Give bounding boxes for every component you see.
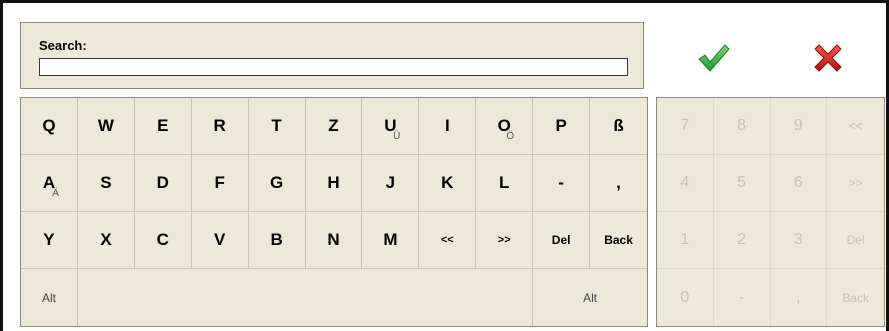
key-label: I bbox=[444, 116, 450, 135]
key-label: T bbox=[271, 116, 282, 135]
key-2-2[interactable]: C bbox=[134, 212, 192, 269]
numpad-key-1-0[interactable]: 4 bbox=[657, 155, 714, 212]
ok-button[interactable] bbox=[694, 38, 734, 78]
numpad-key-2-0[interactable]: 1 bbox=[657, 212, 714, 269]
key-1-4[interactable]: G bbox=[248, 155, 306, 212]
numpad-key-1-3[interactable]: >> bbox=[827, 155, 884, 212]
key-label: J bbox=[385, 173, 396, 192]
key-0-10[interactable]: ß bbox=[590, 98, 647, 155]
space-key[interactable] bbox=[78, 269, 534, 326]
key-label: B bbox=[270, 230, 283, 249]
key-label: P bbox=[555, 116, 567, 135]
key-label: N bbox=[327, 230, 340, 249]
key-0-3[interactable]: R bbox=[191, 98, 249, 155]
search-label: Search: bbox=[39, 38, 87, 53]
numpad-key-0-1[interactable]: 8 bbox=[713, 98, 771, 155]
key-label: - bbox=[558, 173, 564, 192]
close-icon bbox=[814, 44, 842, 72]
alt-right-key[interactable]: Alt bbox=[533, 269, 647, 326]
search-input[interactable] bbox=[39, 58, 628, 76]
numpad-key-2-2[interactable]: 3 bbox=[770, 212, 828, 269]
key-1-6[interactable]: J bbox=[362, 155, 420, 212]
key-label: E bbox=[157, 116, 169, 135]
key-alt-label: Ü bbox=[393, 131, 401, 142]
key-1-0[interactable]: AÄ bbox=[21, 155, 78, 212]
key-label: ß bbox=[613, 116, 624, 135]
numpad-key-3-0[interactable]: 0 bbox=[657, 269, 714, 326]
key-1-2[interactable]: D bbox=[134, 155, 192, 212]
key-1-7[interactable]: K bbox=[419, 155, 477, 212]
key-2-7[interactable]: << bbox=[419, 212, 477, 269]
numpad-key-1-2[interactable]: 6 bbox=[770, 155, 828, 212]
key-0-1[interactable]: W bbox=[77, 98, 135, 155]
key-label: M bbox=[383, 230, 398, 249]
key-label: Q bbox=[42, 116, 56, 135]
key-0-8[interactable]: OÖ bbox=[476, 98, 534, 155]
key-0-9[interactable]: P bbox=[533, 98, 591, 155]
key-2-4[interactable]: B bbox=[248, 212, 306, 269]
key-2-10[interactable]: Back bbox=[590, 212, 647, 269]
key-label: L bbox=[499, 173, 510, 192]
numpad-key-3-1[interactable]: - bbox=[714, 269, 771, 326]
key-label: F bbox=[214, 173, 225, 192]
key-2-0[interactable]: Y bbox=[21, 212, 78, 269]
key-label: D bbox=[156, 173, 169, 192]
key-label: K bbox=[441, 173, 454, 192]
key-0-0[interactable]: Q bbox=[21, 98, 78, 155]
key-label: << bbox=[440, 234, 454, 246]
key-2-3[interactable]: V bbox=[191, 212, 249, 269]
numeric-keypad: 7 8 9 << 4 5 6 >> 1 2 3 Del 0-, Back bbox=[656, 97, 885, 327]
key-label: G bbox=[269, 173, 284, 192]
key-0-5[interactable]: Z bbox=[305, 98, 363, 155]
key-0-2[interactable]: E bbox=[134, 98, 192, 155]
key-label: V bbox=[214, 230, 226, 249]
numpad-key-2-3[interactable]: Del bbox=[827, 212, 884, 269]
key-label: Del bbox=[551, 233, 571, 247]
key-1-1[interactable]: S bbox=[77, 155, 135, 212]
key-label: X bbox=[100, 230, 112, 249]
key-1-10[interactable]: , bbox=[590, 155, 647, 212]
key-label: W bbox=[97, 116, 114, 135]
key-1-5[interactable]: H bbox=[305, 155, 363, 212]
numpad-key-1-1[interactable]: 5 bbox=[713, 155, 771, 212]
key-label: Z bbox=[328, 116, 339, 135]
search-panel: Search: bbox=[20, 22, 644, 89]
key-0-4[interactable]: T bbox=[248, 98, 306, 155]
key-label: R bbox=[213, 116, 226, 135]
key-2-9[interactable]: Del bbox=[533, 212, 591, 269]
numpad-key-3-2[interactable]: , bbox=[771, 269, 828, 326]
checkmark-icon bbox=[698, 44, 730, 72]
key-label: H bbox=[327, 173, 340, 192]
numpad-key-0-0[interactable]: 7 bbox=[657, 98, 714, 155]
numpad-key-3-3[interactable]: Back bbox=[827, 269, 884, 326]
key-0-7[interactable]: I bbox=[419, 98, 477, 155]
key-label: Y bbox=[43, 230, 55, 249]
numpad-key-0-3[interactable]: << bbox=[827, 98, 884, 155]
key-2-5[interactable]: N bbox=[305, 212, 363, 269]
key-label: C bbox=[156, 230, 169, 249]
key-alt-label: Ö bbox=[506, 131, 515, 142]
numpad-key-2-1[interactable]: 2 bbox=[713, 212, 771, 269]
key-1-9[interactable]: - bbox=[533, 155, 591, 212]
key-label: , bbox=[616, 173, 621, 192]
key-alt-label: Ä bbox=[52, 188, 59, 199]
key-label: >> bbox=[497, 234, 511, 246]
key-2-8[interactable]: >> bbox=[476, 212, 534, 269]
key-0-6[interactable]: UÜ bbox=[362, 98, 420, 155]
alt-left-key[interactable]: Alt bbox=[21, 269, 78, 326]
key-label: S bbox=[100, 173, 112, 192]
numpad-key-0-2[interactable]: 9 bbox=[770, 98, 828, 155]
letter-keyboard: Q W E R T Z U Ü I O Ö Pß A Ä S D F G H J K L -, Y X C V B N M << >> Del B… bbox=[20, 97, 648, 327]
key-2-1[interactable]: X bbox=[77, 212, 135, 269]
key-2-6[interactable]: M bbox=[362, 212, 420, 269]
key-1-3[interactable]: F bbox=[191, 155, 249, 212]
cancel-button[interactable] bbox=[808, 38, 848, 78]
key-label: Back bbox=[604, 233, 633, 247]
key-1-8[interactable]: L bbox=[476, 155, 534, 212]
